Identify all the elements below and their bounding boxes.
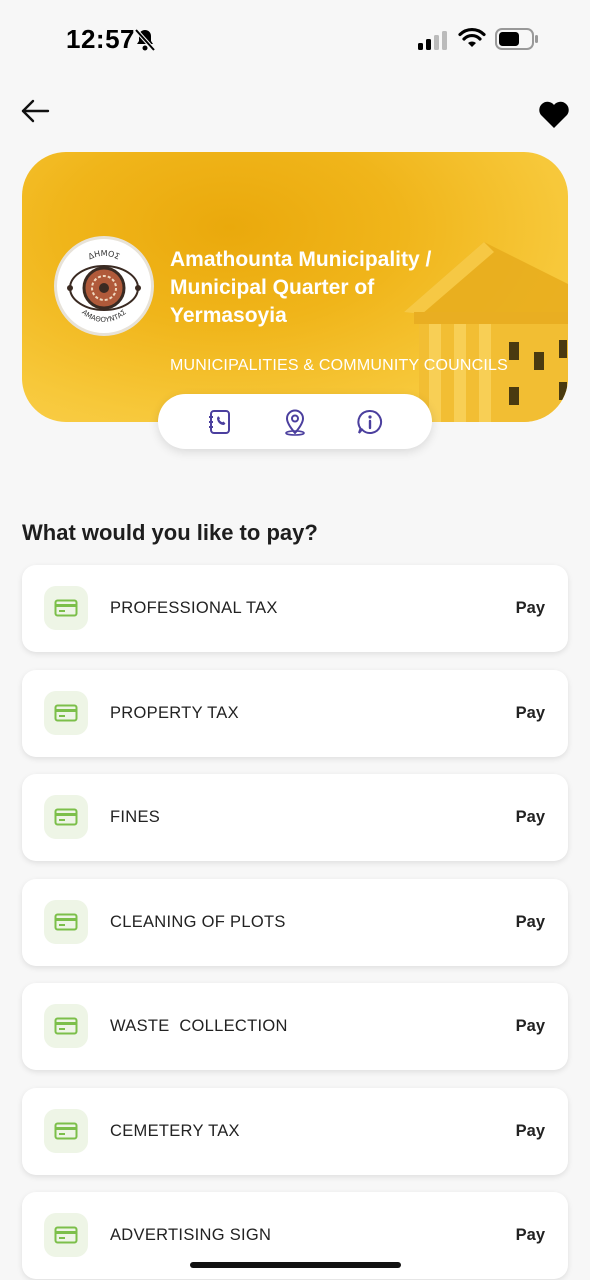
pay-button[interactable]: Pay <box>516 1122 545 1141</box>
bell-off-icon <box>134 28 156 52</box>
card-icon-container <box>44 586 88 630</box>
pay-item-label: CEMETERY TAX <box>110 1121 240 1140</box>
cellular-signal-icon <box>418 31 447 50</box>
credit-card-icon <box>54 913 78 930</box>
card-icon-container <box>44 899 88 944</box>
pay-item-cemetery-tax[interactable]: CEMETERY TAX Pay <box>22 1087 568 1175</box>
battery-icon <box>495 28 538 50</box>
wifi-icon <box>458 27 486 47</box>
credit-card-icon <box>54 1017 78 1035</box>
pay-button[interactable]: Pay <box>516 1017 545 1036</box>
card-icon-container <box>44 1004 88 1048</box>
pay-item-cleaning-of-plots[interactable]: CLEANING OF PLOTS Pay <box>22 878 568 966</box>
pay-item-professional-tax[interactable]: PROFESSIONAL TAX Pay <box>22 565 568 652</box>
favorite-heart-icon[interactable] <box>537 100 571 130</box>
info-icon[interactable] <box>356 408 384 436</box>
municipality-category: MUNICIPALITIES & COMMUNITY COUNCILS <box>170 357 508 374</box>
status-bar: 12:57 <box>0 0 590 80</box>
card-icon-container <box>44 1108 88 1153</box>
credit-card-icon <box>54 808 78 826</box>
pay-button[interactable]: Pay <box>516 704 545 723</box>
pay-item-fines[interactable]: FINES Pay <box>22 774 568 861</box>
section-title: What would you like to pay? <box>22 520 318 545</box>
svg-text:ΔΗΜΟΣ: ΔΗΜΟΣ <box>87 249 121 261</box>
contacts-icon[interactable] <box>206 408 234 436</box>
payment-options-list: PROFESSIONAL TAX Pay PROPERTY TAX Pay FI… <box>22 565 568 1280</box>
pay-button[interactable]: Pay <box>516 1226 545 1245</box>
pay-item-label: ADVERTISING SIGN <box>110 1226 272 1244</box>
credit-card-icon <box>54 599 78 617</box>
pay-item-property-tax[interactable]: PROPERTY TAX Pay <box>22 669 568 757</box>
pay-item-label: PROFESSIONAL TAX <box>110 599 278 617</box>
municipality-name: Amathounta Municipality / Municipal Quar… <box>170 248 432 327</box>
credit-card-icon <box>54 1122 78 1139</box>
location-pin-icon[interactable] <box>281 408 309 436</box>
card-icon-container <box>44 690 88 735</box>
pay-item-label: CLEANING OF PLOTS <box>110 912 286 931</box>
credit-card-icon <box>54 1226 78 1244</box>
home-indicator <box>190 1262 401 1268</box>
credit-card-icon <box>54 704 78 721</box>
municipality-logo: ΔΗΜΟΣ ΑΜΑΘΟΥΝΤΑΣ <box>54 236 154 336</box>
back-arrow-icon[interactable] <box>18 96 54 126</box>
pay-item-waste-collection[interactable]: WASTE COLLECTION Pay <box>22 983 568 1070</box>
pay-button[interactable]: Pay <box>516 599 545 618</box>
card-icon-container <box>44 1213 88 1257</box>
pay-item-label: FINES <box>110 808 161 826</box>
pay-button[interactable]: Pay <box>516 913 545 932</box>
quick-actions-bar <box>158 394 432 449</box>
pay-item-label: WASTE COLLECTION <box>110 1017 288 1035</box>
card-icon-container <box>44 795 88 839</box>
status-time: 12:57 <box>66 24 135 54</box>
pay-button[interactable]: Pay <box>516 808 545 827</box>
pay-item-label: PROPERTY TAX <box>110 703 239 722</box>
municipality-hero-card: ΔΗΜΟΣ ΑΜΑΘΟΥΝΤΑΣ Amathounta Municipality… <box>22 152 568 422</box>
